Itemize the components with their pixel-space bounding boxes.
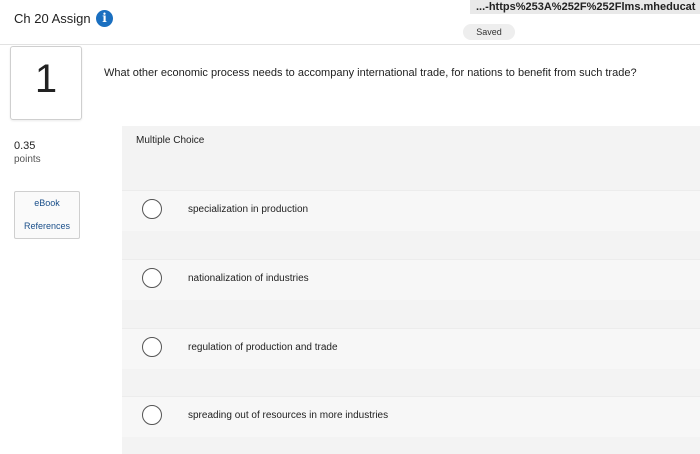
question-number-box: 1 [10,46,82,120]
answer-option-label[interactable]: nationalization of industries [188,273,309,284]
points-label: points [14,154,41,165]
radio-button[interactable] [142,337,162,357]
radio-button[interactable] [142,405,162,425]
question-text: What other economic process needs to acc… [104,67,637,79]
info-icon[interactable]: i [96,10,113,27]
ebook-link[interactable]: eBook [15,198,79,208]
answer-option-label[interactable]: regulation of production and trade [188,342,338,353]
answer-option-label[interactable]: spreading out of resources in more indus… [188,410,388,421]
assignment-title: Ch 20 Assign [14,11,91,26]
saved-status-badge: Saved [463,24,515,40]
question-number: 1 [34,57,58,101]
browser-url-fragment: ...-https%253A%252F%252Flms.mheducat [470,0,700,14]
references-link[interactable]: References [15,221,79,231]
radio-button[interactable] [142,199,162,219]
question-type-label: Multiple Choice [136,135,205,146]
answer-option[interactable]: regulation of production and trade [122,328,700,369]
resource-links-box: eBook References [14,191,80,239]
answer-option[interactable]: nationalization of industries [122,259,700,300]
answer-option-label[interactable]: specialization in production [188,204,308,215]
radio-button[interactable] [142,268,162,288]
points-value: 0.35 [14,140,36,152]
answer-option[interactable]: spreading out of resources in more indus… [122,396,700,437]
answer-option[interactable]: specialization in production [122,190,700,231]
